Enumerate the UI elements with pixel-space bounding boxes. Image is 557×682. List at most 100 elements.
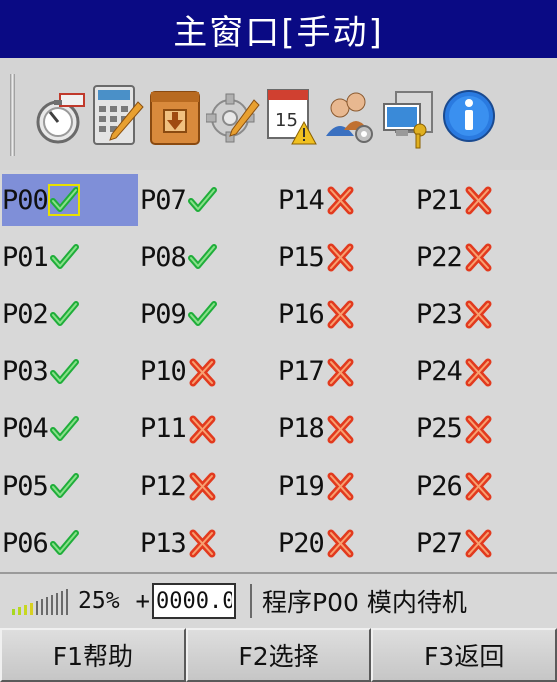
program-status-text: 程序P00 模内待机 <box>262 588 467 617</box>
program-label: P12 <box>140 470 187 502</box>
cross-icon <box>187 471 217 501</box>
cross-icon <box>187 357 217 387</box>
function-key-bar: F1帮助 F2选择 F3返回 <box>0 628 557 682</box>
program-cell-p12[interactable]: P12 <box>140 460 276 512</box>
archive-box-icon[interactable] <box>148 78 202 150</box>
signal-bar <box>36 601 38 615</box>
f2-select-button[interactable]: F2选择 <box>185 628 372 682</box>
program-cell-p15[interactable]: P15 <box>278 231 414 283</box>
program-label: P22 <box>416 241 463 273</box>
cross-icon <box>325 528 355 558</box>
f3-back-button[interactable]: F3返回 <box>371 628 557 682</box>
calendar-warning-icon[interactable]: 15 <box>264 78 318 150</box>
program-cell-p04[interactable]: P04 <box>2 403 138 455</box>
program-label: P15 <box>278 241 325 273</box>
program-cell-p20[interactable]: P20 <box>278 517 414 569</box>
program-cell-p17[interactable]: P17 <box>278 346 414 398</box>
program-label: P01 <box>2 241 49 273</box>
program-cell-p23[interactable]: P23 <box>416 288 552 340</box>
check-icon <box>49 471 79 501</box>
check-icon <box>187 185 217 215</box>
program-label: P02 <box>2 298 49 330</box>
program-grid: P00 P07 P14 P21 P01 P08 P15 P22 P02 P09 P16 P23 P03 P… <box>0 170 557 572</box>
cross-icon <box>325 471 355 501</box>
svg-text:15: 15 <box>275 110 298 131</box>
signal-bar <box>18 607 21 615</box>
program-label: P00 <box>2 184 49 216</box>
check-icon <box>49 242 79 272</box>
program-cell-p11[interactable]: P11 <box>140 403 276 455</box>
program-cell-p01[interactable]: P01 <box>2 231 138 283</box>
zoom-level: 25% <box>78 588 120 614</box>
program-cell-p03[interactable]: P03 <box>2 346 138 398</box>
signal-bar <box>24 605 27 615</box>
toolbar: 15 <box>0 58 557 170</box>
program-cell-p18[interactable]: P18 <box>278 403 414 455</box>
program-label: P08 <box>140 241 187 273</box>
program-cell-p05[interactable]: P05 <box>2 460 138 512</box>
signal-bar <box>41 599 43 615</box>
program-cell-p07[interactable]: P07 <box>140 174 276 226</box>
program-label: P06 <box>2 527 49 559</box>
title-bar: 主窗口[手动] <box>0 0 557 58</box>
program-cell-p24[interactable]: P24 <box>416 346 552 398</box>
f1-help-button[interactable]: F1帮助 <box>0 628 186 682</box>
signal-bar <box>61 591 63 615</box>
program-label: P25 <box>416 413 463 445</box>
toolbar-grip[interactable] <box>10 74 15 156</box>
cross-icon <box>463 528 493 558</box>
counter-sign: + <box>135 587 150 615</box>
settings-gear-icon[interactable] <box>206 78 260 150</box>
program-label: P03 <box>2 356 49 388</box>
check-icon <box>49 357 79 387</box>
program-cell-p02[interactable]: P02 <box>2 288 138 340</box>
cross-icon <box>325 242 355 272</box>
program-label: P26 <box>416 470 463 502</box>
program-cell-p26[interactable]: P26 <box>416 460 552 512</box>
window-title: 主窗口[手动] <box>173 12 384 53</box>
cross-icon <box>325 357 355 387</box>
program-cell-p25[interactable]: P25 <box>416 403 552 455</box>
program-label: P10 <box>140 356 187 388</box>
program-cell-p09[interactable]: P09 <box>140 288 276 340</box>
program-label: P04 <box>2 413 49 445</box>
program-label: P24 <box>416 356 463 388</box>
program-cell-p06[interactable]: P06 <box>2 517 138 569</box>
cross-icon <box>325 299 355 329</box>
stopwatch-icon[interactable] <box>34 78 88 150</box>
cross-icon <box>187 414 217 444</box>
main-window: 主窗口[手动] 15 P00 P07 P14 P21 P01 P08 P15 P… <box>0 0 557 682</box>
computer-key-icon[interactable] <box>382 78 436 150</box>
user-settings-icon[interactable] <box>322 78 376 150</box>
signal-bar <box>56 593 58 615</box>
program-cell-p22[interactable]: P22 <box>416 231 552 283</box>
counter-input[interactable] <box>152 583 236 619</box>
program-label: P27 <box>416 527 463 559</box>
check-icon <box>47 184 80 216</box>
signal-strength-icon <box>12 587 68 615</box>
signal-bar <box>66 589 68 615</box>
status-bar: 25% + 程序P00 模内待机 <box>0 572 557 628</box>
program-cell-p16[interactable]: P16 <box>278 288 414 340</box>
program-cell-p21[interactable]: P21 <box>416 174 552 226</box>
program-label: P19 <box>278 470 325 502</box>
cross-icon <box>463 299 493 329</box>
program-label: P21 <box>416 184 463 216</box>
program-label: P23 <box>416 298 463 330</box>
program-cell-p00[interactable]: P00 <box>2 174 138 226</box>
program-cell-p27[interactable]: P27 <box>416 517 552 569</box>
program-cell-p14[interactable]: P14 <box>278 174 414 226</box>
signal-bar <box>12 609 15 615</box>
program-cell-p10[interactable]: P10 <box>140 346 276 398</box>
program-label: P09 <box>140 298 187 330</box>
cross-icon <box>463 414 493 444</box>
cross-icon <box>187 528 217 558</box>
cross-icon <box>463 185 493 215</box>
program-label: P13 <box>140 527 187 559</box>
program-cell-p19[interactable]: P19 <box>278 460 414 512</box>
program-cell-p08[interactable]: P08 <box>140 231 276 283</box>
info-icon[interactable] <box>442 78 496 150</box>
check-icon <box>49 528 79 558</box>
program-cell-p13[interactable]: P13 <box>140 517 276 569</box>
calculator-edit-icon[interactable] <box>90 78 144 150</box>
